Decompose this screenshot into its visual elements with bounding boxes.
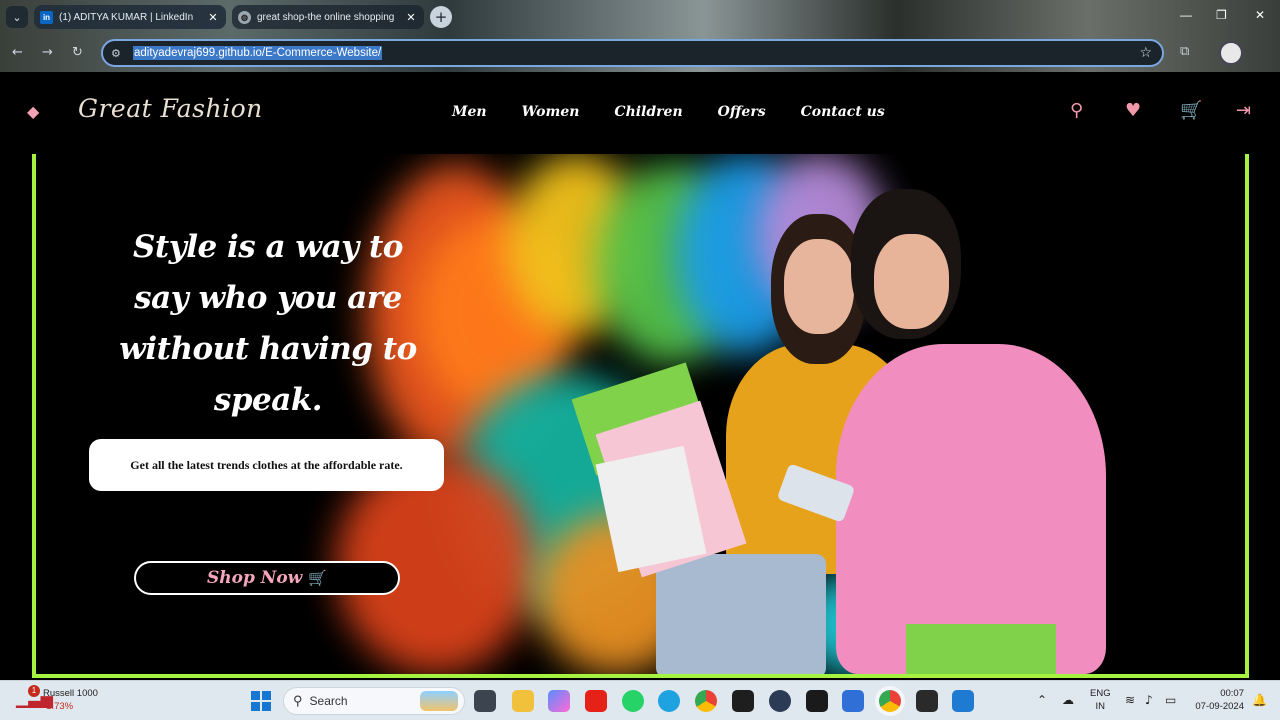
app-icon[interactable]: [769, 690, 791, 712]
forward-icon[interactable]: →: [42, 45, 53, 60]
diamond-logo-icon[interactable]: ◆: [27, 102, 39, 121]
browser-toolbar: ← → ↻ ⚙ adityadevraj699.github.io/E-Comm…: [0, 36, 1280, 70]
clock[interactable]: 00:07 07-09-2024: [1190, 687, 1244, 713]
windows-start-icon[interactable]: [251, 691, 271, 711]
nav-link-offers[interactable]: Offers: [718, 104, 766, 120]
browser-chrome: ⌄ in (1) ADITYA KUMAR | LinkedIn ✕ ◍ gre…: [0, 0, 1280, 72]
chevron-up-icon[interactable]: ⌃: [1037, 693, 1047, 707]
bookmark-star-icon[interactable]: ☆: [1139, 45, 1152, 61]
address-bar[interactable]: ⚙ adityadevraj699.github.io/E-Commerce-W…: [101, 39, 1164, 67]
shop-now-label: Shop Now: [207, 568, 303, 588]
stock-widget[interactable]: ▁▃▅ 1 Russell 1000 -1.73%: [16, 685, 98, 713]
hero-tagline: Get all the latest trends clothes at the…: [89, 439, 444, 491]
notification-badge: 1: [28, 685, 40, 697]
search-icon[interactable]: ⚲: [1070, 100, 1083, 121]
close-tab-icon[interactable]: ✕: [404, 11, 418, 24]
battery-icon[interactable]: ▭: [1165, 693, 1176, 707]
chrome-icon[interactable]: [695, 690, 717, 712]
copilot-icon[interactable]: [548, 690, 570, 712]
clock-time: 00:07: [1220, 688, 1244, 699]
notification-bell-icon[interactable]: 🔔: [1252, 693, 1267, 707]
face-left: [784, 239, 854, 334]
login-icon[interactable]: ⇥: [1236, 100, 1251, 121]
heart-icon[interactable]: ♥: [1125, 100, 1141, 121]
tab-bar: ⌄ in (1) ADITYA KUMAR | LinkedIn ✕ ◍ gre…: [0, 0, 1280, 34]
minimize-icon[interactable]: —: [1180, 8, 1192, 22]
wifi-icon[interactable]: ≋: [1125, 693, 1135, 707]
tab-search-menu-button[interactable]: ⌄: [6, 6, 28, 28]
shop-now-button[interactable]: Shop Now 🛒: [134, 561, 400, 595]
cart-icon: 🛒: [308, 569, 327, 587]
reload-icon[interactable]: ↻: [72, 45, 83, 60]
back-icon[interactable]: ←: [12, 45, 23, 60]
taskbar-search[interactable]: ⚲ Search: [283, 687, 465, 715]
volume-icon[interactable]: ♪: [1145, 693, 1153, 707]
file-explorer-icon[interactable]: [512, 690, 534, 712]
task-view-icon[interactable]: [474, 690, 496, 712]
lang-line2: IN: [1095, 701, 1106, 712]
restore-icon[interactable]: ❐: [1216, 8, 1227, 22]
edge-icon[interactable]: [658, 690, 680, 712]
site-header: ◆ Great Fashion Men Women Children Offer…: [0, 72, 1280, 154]
shopping-bag-bottom: [906, 624, 1056, 674]
extensions-icon[interactable]: ⧉: [1180, 44, 1189, 59]
stock-chart-icon: ▁▃▅ 1: [16, 685, 53, 708]
cart-icon[interactable]: 🛒: [1180, 100, 1202, 121]
clock-date: 07-09-2024: [1195, 701, 1244, 712]
nav-link-children[interactable]: Children: [614, 104, 682, 120]
nav-link-men[interactable]: Men: [452, 104, 487, 120]
youtube-icon[interactable]: [585, 690, 607, 712]
language-indicator[interactable]: ENG IN: [1090, 687, 1111, 713]
close-tab-icon[interactable]: ✕: [206, 11, 220, 24]
url-text[interactable]: adityadevraj699.github.io/E-Commerce-Web…: [133, 46, 383, 60]
tab-great-shop[interactable]: ◍ great shop-the online shopping ✕: [232, 5, 424, 29]
site-info-icon[interactable]: ⚙: [111, 47, 127, 60]
main-nav: Men Women Children Offers Contact us: [452, 104, 920, 120]
whatsapp-icon[interactable]: [622, 690, 644, 712]
profile-avatar[interactable]: [1219, 41, 1243, 65]
tab-title: (1) ADITYA KUMAR | LinkedIn: [59, 11, 194, 23]
hero-title: Style is a way to say who you are withou…: [119, 229, 417, 418]
cloud-icon[interactable]: ☁: [1062, 693, 1074, 707]
windows-taskbar: ▁▃▅ 1 Russell 1000 -1.73% ⚲ Search ⌃ ☁ EN…: [0, 680, 1280, 720]
intellij-icon[interactable]: [806, 690, 828, 712]
close-window-icon[interactable]: ✕: [1255, 8, 1265, 22]
nav-link-contact[interactable]: Contact us: [801, 104, 885, 120]
vscode-icon[interactable]: [952, 690, 974, 712]
linkedin-icon: in: [40, 10, 53, 24]
lang-line1: ENG: [1090, 688, 1111, 699]
tab-linkedin[interactable]: in (1) ADITYA KUMAR | LinkedIn ✕: [34, 5, 226, 29]
store-icon[interactable]: [842, 690, 864, 712]
terminal-icon[interactable]: [732, 690, 754, 712]
face-right: [874, 234, 949, 329]
search-highlight-image: [420, 691, 458, 711]
chrome-active-icon[interactable]: [879, 690, 901, 712]
brand-logo[interactable]: Great Fashion: [78, 94, 263, 123]
nav-link-women[interactable]: Women: [522, 104, 580, 120]
search-placeholder: Search: [309, 694, 348, 708]
globe-icon: ◍: [238, 10, 251, 24]
tab-title: great shop-the online shopping: [257, 11, 395, 23]
hero-banner: Style is a way to say who you are withou…: [32, 154, 1249, 678]
search-icon: ⚲: [293, 693, 303, 708]
new-tab-button[interactable]: +: [430, 6, 452, 28]
console-icon[interactable]: [916, 690, 938, 712]
jeans: [656, 554, 826, 674]
